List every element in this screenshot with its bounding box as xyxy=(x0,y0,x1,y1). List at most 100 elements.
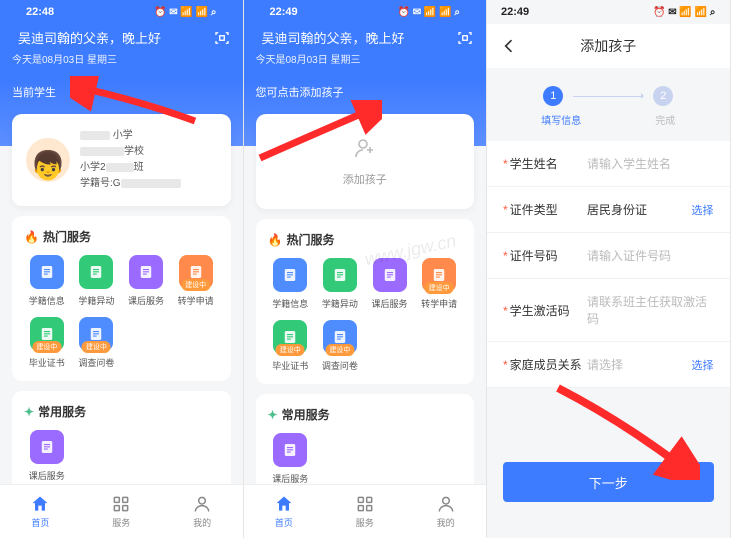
service-item[interactable]: 学籍信息 xyxy=(268,258,314,310)
student-card[interactable]: 👦 小学 学校 小学2班 学籍号:G xyxy=(12,114,231,206)
badge-building: 建设中 xyxy=(82,341,111,353)
panel-title-hot: 🔥 热门服务 xyxy=(24,228,219,245)
service-item[interactable]: 学籍异动 xyxy=(317,258,363,310)
scan-icon[interactable] xyxy=(456,29,474,47)
service-item[interactable]: 建设中转学申请 xyxy=(416,258,462,310)
service-item[interactable]: 课后服务 xyxy=(367,258,413,310)
form-label: *家庭成员关系 xyxy=(503,356,587,373)
service-label: 转学申请 xyxy=(421,297,457,310)
bottom-nav: 首页 服务 我的 xyxy=(0,484,243,538)
status-time: 22:49 xyxy=(270,6,298,18)
service-item[interactable]: 建设中调查问卷 xyxy=(74,317,120,369)
nav-service[interactable]: 服务 xyxy=(324,485,405,538)
hot-services-panel: 🔥 热门服务 学籍信息学籍异动课后服务建设中转学申请建设中毕业证书建设中调查问卷 xyxy=(12,216,231,381)
status-icons: ⏰ ✉ 📶 📶 ⌕ xyxy=(154,7,216,18)
form-label: *证件号码 xyxy=(503,247,587,264)
section-add-hint: 您可点击添加孩子 xyxy=(256,80,475,104)
hot-services-panel: 🔥热门服务 学籍信息学籍异动课后服务建设中转学申请建设中毕业证书建设中调查问卷 xyxy=(256,219,475,384)
nav-home[interactable]: 首页 xyxy=(244,485,325,538)
service-label: 课后服务 xyxy=(372,297,408,310)
status-bar: 22:48 ⏰ ✉ 📶 📶 ⌕ xyxy=(12,0,231,24)
page-header: 添加孩子 xyxy=(487,24,730,68)
section-current-student: 当前学生 xyxy=(12,80,231,104)
status-bar: 22:49 ⏰ ✉ 📶 📶 ⌕ xyxy=(487,0,730,24)
form-value: 请选择 xyxy=(587,356,692,373)
page-title: 添加孩子 xyxy=(519,36,698,56)
badge-building: 建设中 xyxy=(276,344,305,356)
date-text: 今天是08月03日 星期三 xyxy=(12,51,231,66)
service-label: 调查问卷 xyxy=(322,359,358,372)
add-person-icon xyxy=(353,136,377,165)
service-item[interactable]: 课后服务 xyxy=(123,255,169,307)
step-2-circle: 2 xyxy=(653,86,673,106)
service-item[interactable]: 建设中转学申请 xyxy=(173,255,219,307)
form-label: *学生激活码 xyxy=(503,302,587,319)
service-item[interactable]: 学籍信息 xyxy=(24,255,70,307)
stepper: 1 2 xyxy=(487,68,730,112)
add-child-label: 添加孩子 xyxy=(343,171,387,187)
fire-icon: 🔥 xyxy=(24,230,39,244)
form-row[interactable]: *证件号码请输入证件号码 xyxy=(487,233,730,279)
common-services-panel: ✦ 常用服务 课后服务 xyxy=(12,391,231,494)
status-icons: ⏰ ✉ 📶 📶 ⌕ xyxy=(398,7,460,18)
student-info: 小学 学校 小学2班 学籍号:G xyxy=(80,128,217,192)
step-labels: 填写信息 完成 xyxy=(487,112,730,141)
form-row[interactable]: *证件类型居民身份证选择 xyxy=(487,187,730,233)
back-icon[interactable] xyxy=(499,36,519,56)
nav-home[interactable]: 首页 xyxy=(0,485,81,538)
service-item[interactable]: 建设中调查问卷 xyxy=(317,320,363,372)
form-row[interactable]: *家庭成员关系请选择选择 xyxy=(487,342,730,388)
status-time: 22:48 xyxy=(26,6,54,18)
service-item[interactable]: 课后服务 xyxy=(268,433,314,485)
form: *学生姓名请输入学生姓名*证件类型居民身份证选择*证件号码请输入证件号码*学生激… xyxy=(487,141,730,388)
greeting-text: 吴迪司翰的父亲，晚上好 xyxy=(18,28,207,47)
date-text: 今天是08月03日 星期三 xyxy=(256,51,475,66)
greeting-text: 吴迪司翰的父亲，晚上好 xyxy=(262,28,451,47)
service-label: 学籍异动 xyxy=(78,294,114,307)
service-label: 课后服务 xyxy=(29,469,65,482)
form-row[interactable]: *学生姓名请输入学生姓名 xyxy=(487,141,730,187)
service-item[interactable]: 建设中毕业证书 xyxy=(24,317,70,369)
next-button[interactable]: 下一步 xyxy=(503,462,714,502)
form-value: 居民身份证 xyxy=(587,201,692,218)
form-value: 请输入学生姓名 xyxy=(587,155,714,172)
status-time: 22:49 xyxy=(501,6,529,18)
select-action[interactable]: 选择 xyxy=(692,357,714,373)
nav-mine[interactable]: 我的 xyxy=(162,485,243,538)
sparkle-icon: ✦ xyxy=(24,405,34,419)
service-label: 课后服务 xyxy=(128,294,164,307)
form-value: 请联系班主任获取激活码 xyxy=(587,293,714,327)
step-connector xyxy=(573,96,643,97)
nav-service[interactable]: 服务 xyxy=(81,485,162,538)
scan-icon[interactable] xyxy=(213,29,231,47)
bottom-nav: 首页 服务 我的 xyxy=(244,484,487,538)
badge-building: 建设中 xyxy=(325,344,354,356)
form-row[interactable]: *学生激活码请联系班主任获取激活码 xyxy=(487,279,730,342)
select-action[interactable]: 选择 xyxy=(692,202,714,218)
nav-mine[interactable]: 我的 xyxy=(405,485,486,538)
form-label: *学生姓名 xyxy=(503,155,587,172)
service-label: 学籍异动 xyxy=(322,297,358,310)
screen-add-child-form: 22:49 ⏰ ✉ 📶 📶 ⌕ 添加孩子 1 2 填写信息 完成 *学生姓名请输… xyxy=(487,0,731,538)
service-label: 学籍信息 xyxy=(29,294,65,307)
service-label: 毕业证书 xyxy=(29,356,65,369)
service-label: 调查问卷 xyxy=(78,356,114,369)
service-label: 学籍信息 xyxy=(272,297,308,310)
hot-services-grid: 学籍信息学籍异动课后服务建设中转学申请建设中毕业证书建设中调查问卷 xyxy=(24,255,219,369)
badge-building: 建设中 xyxy=(181,279,210,291)
step-1-circle: 1 xyxy=(543,86,563,106)
service-item[interactable]: 课后服务 xyxy=(24,430,70,482)
status-icons: ⏰ ✉ 📶 📶 ⌕ xyxy=(653,7,715,18)
screen-home-add-child: 22:49 ⏰ ✉ 📶 📶 ⌕ 吴迪司翰的父亲，晚上好 今天是08月03日 星期… xyxy=(244,0,488,538)
screen-home-current-student: 22:48 ⏰ ✉ 📶 📶 ⌕ 吴迪司翰的父亲，晚上好 今天是08月03日 星期… xyxy=(0,0,244,538)
add-child-card[interactable]: 添加孩子 xyxy=(256,114,475,209)
badge-building: 建设中 xyxy=(425,282,454,294)
service-item[interactable]: 学籍异动 xyxy=(74,255,120,307)
status-bar: 22:49 ⏰ ✉ 📶 📶 ⌕ xyxy=(256,0,475,24)
service-item[interactable]: 建设中毕业证书 xyxy=(268,320,314,372)
common-services-grid: 课后服务 xyxy=(24,430,219,482)
service-label: 毕业证书 xyxy=(272,359,308,372)
student-avatar: 👦 xyxy=(26,138,70,182)
panel-title-common: ✦ 常用服务 xyxy=(24,403,219,420)
service-label: 转学申请 xyxy=(178,294,214,307)
